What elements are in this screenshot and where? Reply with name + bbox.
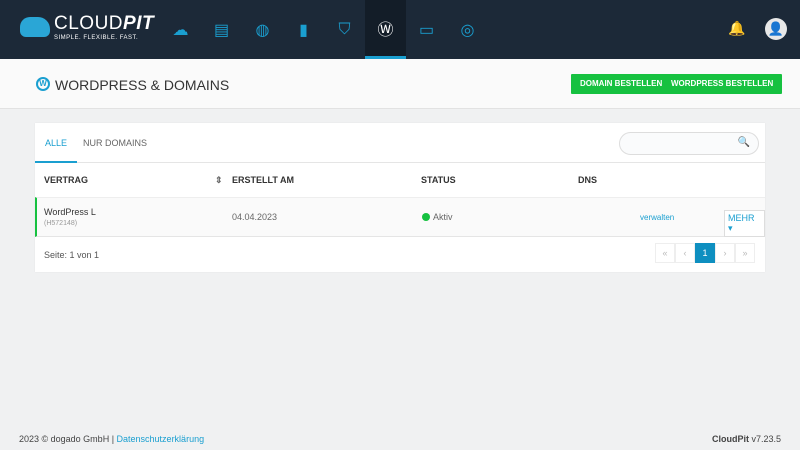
- shield-icon[interactable]: ⛉: [324, 0, 365, 59]
- top-bar: CLOUDPIT SIMPLE. FLEXIBLE. FAST. ☁ ▤ ◍ ▮ ⛉ Ⓦ ▭…: [0, 0, 800, 59]
- created-date: 04.04.2023: [232, 212, 278, 222]
- first-page-button[interactable]: «: [655, 243, 675, 263]
- main-nav: ☁ ▤ ◍ ▮ ⛉ Ⓦ ▭ ◎: [160, 0, 488, 59]
- page-1-button[interactable]: 1: [695, 243, 715, 263]
- prev-page-button[interactable]: ‹: [675, 243, 695, 263]
- tab-all[interactable]: ALLE: [35, 123, 78, 163]
- brand-tagline: SIMPLE. FLEXIBLE. FAST.: [54, 35, 139, 41]
- invoice-icon[interactable]: ▤: [201, 0, 242, 59]
- page-title: WORDPRESS & DOMAINS: [55, 77, 230, 93]
- privacy-link[interactable]: Datenschutzerklärung: [117, 434, 205, 444]
- page-info: Seite: 1 von 1: [44, 250, 100, 260]
- page-header: W WORDPRESS & DOMAINS DOMAIN BESTELLEN W…: [0, 59, 800, 109]
- tab-domains-only[interactable]: NUR DOMAINS: [83, 123, 147, 163]
- logo[interactable]: CLOUDPIT SIMPLE. FLEXIBLE. FAST.: [20, 14, 154, 41]
- search-icon: 🔍: [737, 137, 750, 148]
- status-dot-icon: [422, 213, 430, 221]
- brand-name-bold: PIT: [123, 13, 155, 34]
- column-header-created: ERSTELLT AM: [232, 175, 294, 185]
- office-icon[interactable]: ▮: [283, 0, 324, 59]
- version-number: v7.23.5: [748, 434, 781, 444]
- column-header-contract[interactable]: VERTRAG: [44, 175, 88, 185]
- brand-name: CLOUD: [54, 13, 124, 34]
- column-header-dns: DNS: [578, 175, 598, 185]
- order-domain-button[interactable]: DOMAIN BESTELLEN: [571, 74, 672, 94]
- contract-name: WordPress L: [44, 207, 96, 217]
- version-name: CloudPit: [711, 434, 749, 444]
- more-dropdown-button[interactable]: MEHR ▾: [724, 210, 765, 237]
- status-text: Aktiv: [433, 212, 453, 222]
- status-badge: Aktiv: [422, 212, 453, 222]
- column-header-status: STATUS: [421, 175, 456, 185]
- contract-id: (H572148): [44, 220, 78, 227]
- manage-link[interactable]: verwalten: [640, 213, 674, 222]
- globe-icon[interactable]: ◍: [242, 0, 283, 59]
- sort-icon[interactable]: ⇕: [215, 175, 223, 186]
- bell-icon[interactable]: 🔔: [728, 20, 745, 37]
- search-input[interactable]: 🔍: [619, 132, 759, 155]
- cloud-logo-icon: [20, 17, 50, 37]
- support-icon[interactable]: ◎: [447, 0, 488, 59]
- contracts-card: ALLE NUR DOMAINS 🔍 VERTRAG ⇕ ERSTELLT AM…: [35, 123, 765, 272]
- cloud-icon[interactable]: ☁: [160, 0, 201, 59]
- user-avatar[interactable]: 👤: [765, 18, 787, 40]
- wordpress-icon[interactable]: Ⓦ: [365, 0, 406, 59]
- next-page-button[interactable]: ›: [715, 243, 735, 263]
- last-page-button[interactable]: »: [735, 243, 755, 263]
- footer-copyright: 2023 © dogado GmbH | Datenschutzerklärun…: [19, 434, 204, 444]
- browser-icon[interactable]: ▭: [406, 0, 447, 59]
- wordpress-icon: W: [36, 77, 50, 91]
- footer-version: CloudPit v7.23.5: [712, 434, 781, 444]
- order-wordpress-button[interactable]: WORDPRESS BESTELLEN: [662, 74, 783, 94]
- pagination: « ‹ 1 › »: [655, 243, 755, 263]
- copyright-text: 2023 © dogado GmbH |: [19, 434, 117, 444]
- table-row: WordPress L (H572148) 04.04.2023 Aktiv v…: [35, 197, 765, 237]
